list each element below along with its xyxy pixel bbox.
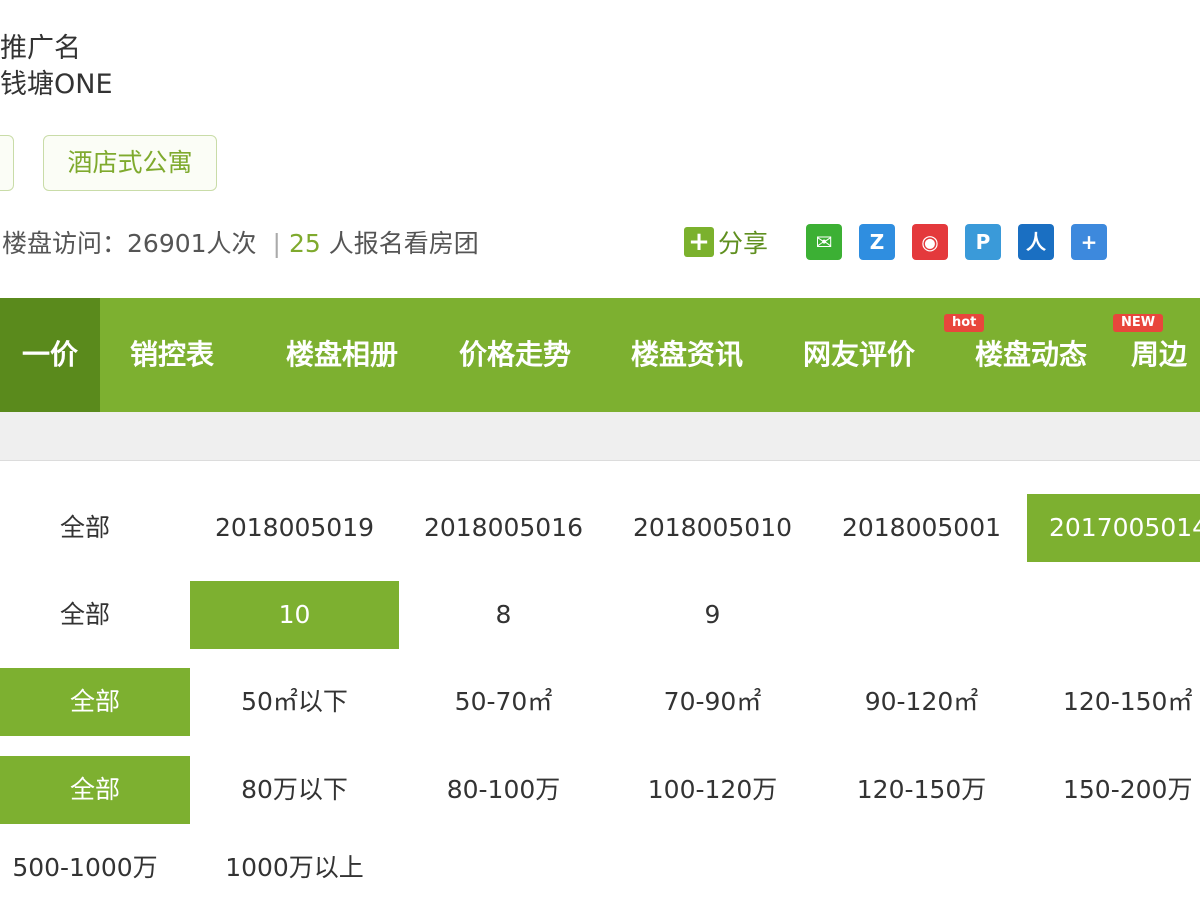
renren-icon[interactable]: 人 bbox=[1018, 224, 1054, 260]
price-option[interactable]: 500-1000万 bbox=[0, 834, 170, 902]
hot-badge: hot bbox=[944, 314, 985, 332]
price-option[interactable]: 80万以下 bbox=[190, 756, 399, 824]
presale-all-option[interactable]: 全部 bbox=[0, 494, 170, 562]
qzone-icon[interactable]: Z bbox=[859, 224, 895, 260]
nav-item-sales-table[interactable]: 销控表 bbox=[130, 298, 214, 412]
tag-hotel-apartment[interactable]: 酒店式公寓 bbox=[43, 135, 217, 191]
nav-item-price[interactable]: 一价 bbox=[0, 298, 100, 412]
wechat-icon[interactable]: ✉ bbox=[806, 224, 842, 260]
weibo-icon[interactable]: ◉ bbox=[912, 224, 948, 260]
presale-option[interactable]: 2018005001 bbox=[817, 494, 1026, 562]
price-all-option-active[interactable]: 全部 bbox=[0, 756, 190, 824]
area-option[interactable]: 50㎡以下 bbox=[190, 668, 399, 736]
nav-item-album[interactable]: 楼盘相册 bbox=[286, 298, 398, 412]
area-all-option-active[interactable]: 全部 bbox=[0, 668, 190, 736]
share-label: 分享 bbox=[718, 229, 769, 258]
filter-header-band bbox=[0, 412, 1200, 461]
nav-item-price-trend[interactable]: 价格走势 bbox=[459, 298, 571, 412]
tag-first[interactable] bbox=[0, 135, 14, 191]
nav-item-news[interactable]: 楼盘资讯 bbox=[631, 298, 743, 412]
nav-item-updates[interactable]: 楼盘动态 bbox=[975, 298, 1087, 412]
area-option[interactable]: 90-120㎡ bbox=[817, 668, 1026, 736]
price-option[interactable]: 120-150万 bbox=[817, 756, 1026, 824]
stats-separator: | bbox=[272, 229, 281, 258]
price-option[interactable]: 150-200万 bbox=[1027, 756, 1200, 824]
signups-text: 人报名看房团 bbox=[328, 229, 479, 258]
area-option[interactable]: 50-70㎡ bbox=[399, 668, 608, 736]
presale-option-active[interactable]: 2017005014 bbox=[1027, 494, 1200, 562]
visits-count: 26901 bbox=[127, 229, 207, 258]
pengyou-icon[interactable]: P bbox=[965, 224, 1001, 260]
presale-option[interactable]: 2018005019 bbox=[190, 494, 399, 562]
visits-unit: 人次 bbox=[206, 229, 257, 258]
signups-count: 25 bbox=[288, 229, 321, 258]
building-option[interactable]: 8 bbox=[399, 581, 608, 649]
property-name: 钱塘ONE bbox=[0, 69, 113, 100]
building-all-option[interactable]: 全部 bbox=[0, 581, 170, 649]
share-plus-icon: + bbox=[684, 227, 714, 257]
promo-title: 推广名 bbox=[0, 33, 81, 64]
share-button[interactable]: + 分享 bbox=[684, 224, 768, 260]
price-option[interactable]: 80-100万 bbox=[399, 756, 608, 824]
presale-option[interactable]: 2018005010 bbox=[608, 494, 817, 562]
visits-label: 楼盘访问： bbox=[2, 229, 128, 258]
price-option[interactable]: 100-120万 bbox=[608, 756, 817, 824]
nav-item-reviews[interactable]: 网友评价 bbox=[803, 298, 915, 412]
price-option[interactable]: 1000万以上 bbox=[190, 834, 399, 902]
presale-option[interactable]: 2018005016 bbox=[399, 494, 608, 562]
new-badge: NEW bbox=[1113, 314, 1164, 332]
more-share-icon[interactable]: + bbox=[1071, 224, 1107, 260]
building-option-active[interactable]: 10 bbox=[190, 581, 399, 649]
building-option[interactable]: 9 bbox=[608, 581, 817, 649]
stats-line: 楼盘访问：26901人次 | 25 人报名看房团 bbox=[2, 224, 479, 260]
area-option[interactable]: 70-90㎡ bbox=[608, 668, 817, 736]
area-option[interactable]: 120-150㎡ bbox=[1027, 668, 1200, 736]
